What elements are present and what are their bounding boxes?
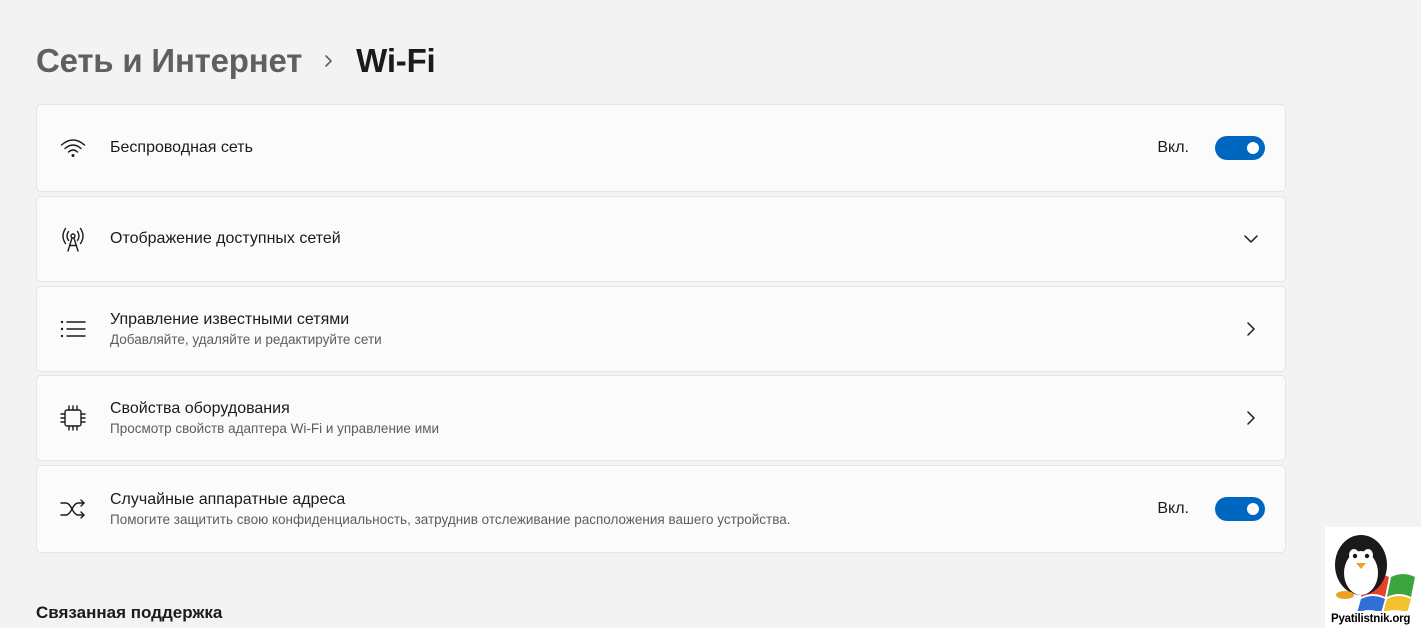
random-hardware-addresses-subtitle: Помогите защитить свою конфиденциальност…	[110, 511, 791, 527]
random-hardware-addresses-controls: Вкл.	[1157, 497, 1265, 521]
chip-icon	[59, 404, 87, 432]
wireless-network-text: Беспроводная сеть	[110, 138, 253, 158]
penguin-windows-logo-icon	[1335, 535, 1415, 613]
random-hardware-addresses-toggle[interactable]	[1215, 497, 1265, 521]
show-available-networks-text: Отображение доступных сетей	[110, 229, 341, 249]
toggle-knob	[1247, 142, 1259, 154]
breadcrumb: Сеть и Интернет Wi-Fi	[36, 38, 436, 84]
manage-known-networks-text: Управление известными сетями Добавляйте,…	[110, 310, 382, 349]
chevron-down-icon[interactable]	[1241, 229, 1261, 249]
breadcrumb-separator-icon	[302, 54, 356, 68]
settings-page: Сеть и Интернет Wi-Fi Беспроводная сеть …	[0, 0, 1421, 628]
chevron-right-icon[interactable]	[1241, 319, 1261, 339]
wireless-network-state-label: Вкл.	[1157, 139, 1189, 156]
show-available-networks-title: Отображение доступных сетей	[110, 230, 341, 247]
manage-known-networks-card[interactable]: Управление известными сетями Добавляйте,…	[36, 286, 1286, 372]
manage-known-networks-subtitle: Добавляйте, удаляйте и редактируйте сети	[110, 331, 382, 347]
hardware-properties-text: Свойства оборудования Просмотр свойств а…	[110, 399, 439, 438]
manage-known-networks-title: Управление известными сетями	[110, 310, 350, 328]
watermark-logo: Pyatilistnik.org	[1325, 527, 1421, 628]
breadcrumb-parent-link[interactable]: Сеть и Интернет	[36, 42, 302, 80]
chevron-right-icon[interactable]	[1241, 408, 1261, 428]
hardware-properties-title: Свойства оборудования	[110, 399, 290, 417]
wireless-network-controls: Вкл.	[1157, 136, 1265, 160]
list-icon	[59, 315, 87, 343]
random-hardware-addresses-title: Случайные аппаратные адреса	[110, 490, 346, 508]
watermark-text: Pyatilistnik.org	[1331, 613, 1411, 625]
show-available-networks-controls	[1241, 229, 1265, 249]
wireless-network-title: Беспроводная сеть	[110, 139, 253, 156]
page-title: Wi-Fi	[356, 42, 436, 79]
random-hardware-addresses-card: Случайные аппаратные адреса Помогите защ…	[36, 465, 1286, 553]
related-support-heading: Связанная поддержка	[36, 603, 223, 622]
show-available-networks-card[interactable]: Отображение доступных сетей	[36, 196, 1286, 282]
wireless-network-card: Беспроводная сеть Вкл.	[36, 104, 1286, 192]
antenna-icon	[59, 225, 87, 253]
hardware-properties-controls	[1241, 408, 1265, 428]
shuffle-icon	[59, 495, 87, 523]
hardware-properties-card[interactable]: Свойства оборудования Просмотр свойств а…	[36, 375, 1286, 461]
manage-known-networks-controls	[1241, 319, 1265, 339]
wifi-icon	[59, 134, 87, 162]
random-hardware-addresses-text: Случайные аппаратные адреса Помогите защ…	[110, 490, 791, 529]
hardware-properties-subtitle: Просмотр свойств адаптера Wi-Fi и управл…	[110, 420, 440, 436]
random-hardware-addresses-state-label: Вкл.	[1157, 500, 1189, 517]
wireless-network-toggle[interactable]	[1215, 136, 1265, 160]
toggle-knob	[1247, 503, 1259, 515]
